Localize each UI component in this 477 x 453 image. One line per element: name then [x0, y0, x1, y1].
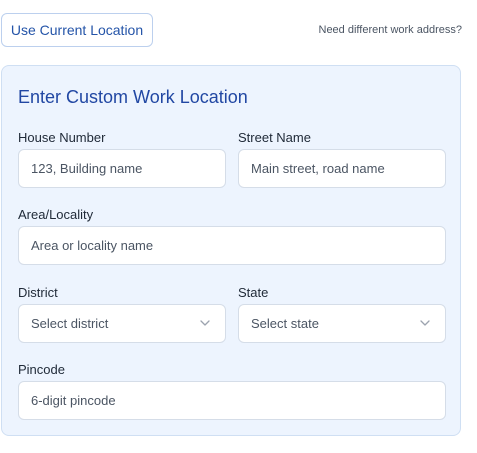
chevron-down-icon: [200, 320, 210, 326]
house-number-label: House Number: [18, 130, 106, 145]
house-number-input[interactable]: 123, Building name: [18, 149, 226, 188]
district-select[interactable]: Select district: [18, 304, 226, 343]
different-address-text: Need different work address?: [318, 24, 463, 36]
chevron-down-icon: [420, 320, 430, 326]
use-current-location-button[interactable]: Use Current Location: [1, 13, 153, 47]
state-select-value: Select state: [251, 316, 319, 331]
state-select[interactable]: Select state: [238, 304, 446, 343]
street-name-label: Street Name: [238, 130, 311, 145]
area-label: Area/Locality: [18, 207, 94, 222]
area-input[interactable]: Area or locality name: [18, 226, 446, 265]
district-select-value: Select district: [31, 316, 109, 331]
pincode-input[interactable]: 6-digit pincode: [18, 381, 446, 420]
panel-title: Enter Custom Work Location: [18, 87, 248, 107]
state-label: State: [238, 285, 269, 300]
street-name-input[interactable]: Main street, road name: [238, 149, 446, 188]
pincode-label: Pincode: [18, 362, 65, 377]
district-label: District: [18, 285, 58, 300]
custom-location-panel: Enter Custom Work Location House Number …: [1, 65, 461, 436]
